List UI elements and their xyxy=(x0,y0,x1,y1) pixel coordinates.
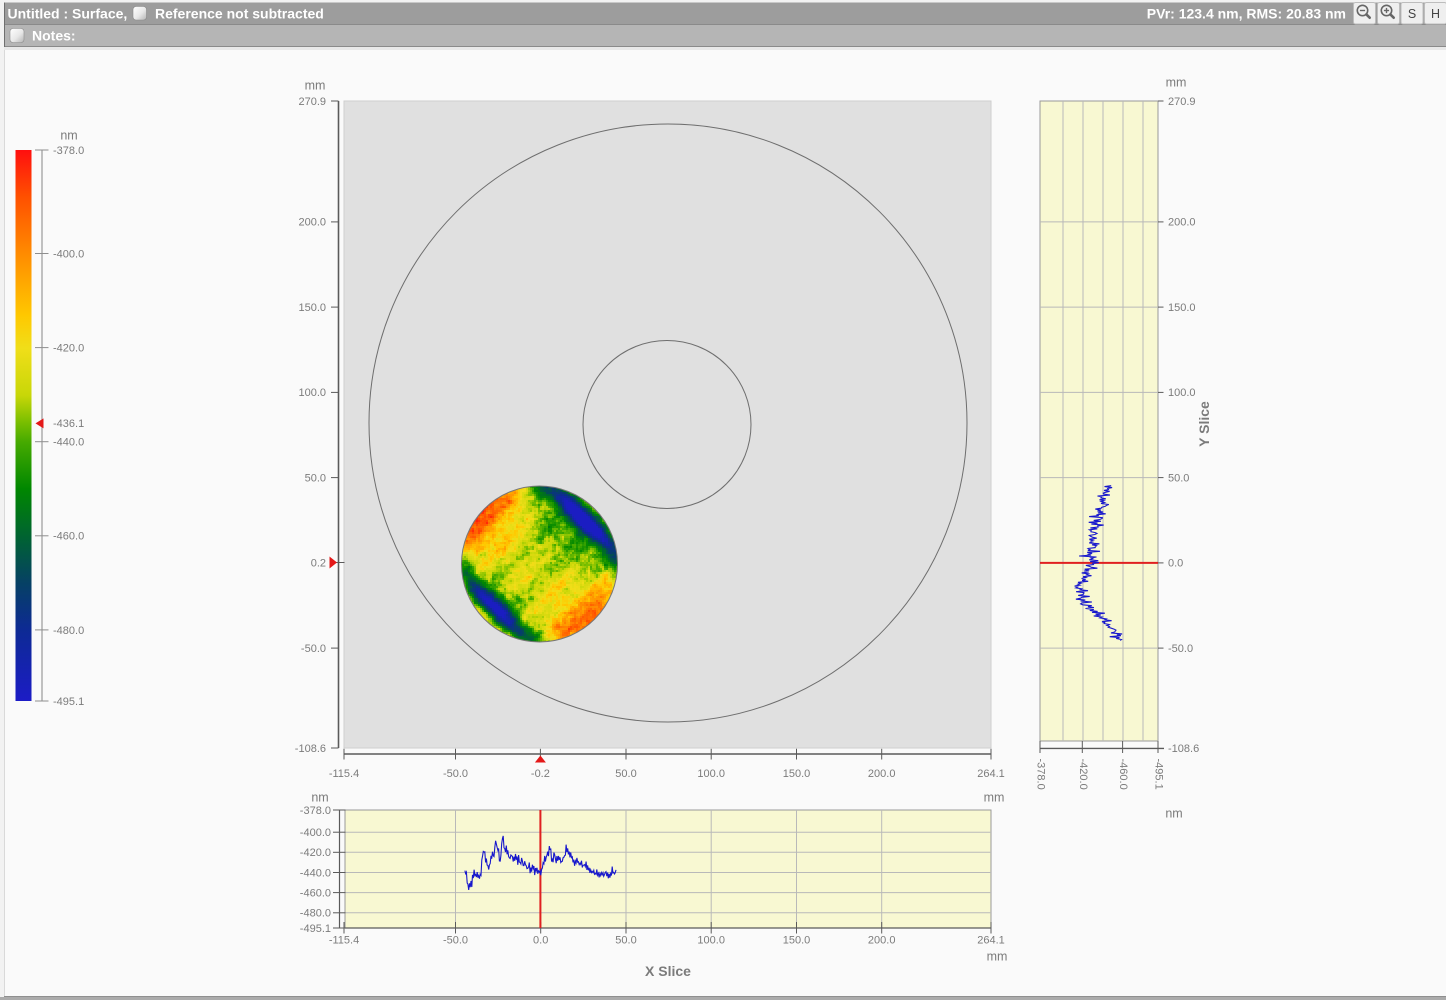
svg-text:-400.0: -400.0 xyxy=(300,827,331,839)
svg-text:mm: mm xyxy=(984,790,1005,804)
svg-text:-420.0: -420.0 xyxy=(53,343,84,355)
svg-text:-480.0: -480.0 xyxy=(300,908,331,920)
svg-text:200.0: 200.0 xyxy=(868,934,896,946)
svg-text:200.0: 200.0 xyxy=(1168,217,1196,229)
svg-text:-480.0: -480.0 xyxy=(53,625,84,637)
svg-text:150.0: 150.0 xyxy=(1168,302,1196,314)
svg-text:-108.6: -108.6 xyxy=(295,743,326,755)
svg-text:nm: nm xyxy=(1165,806,1182,820)
svg-text:Untitled : Surface,: Untitled : Surface, xyxy=(8,5,128,21)
svg-text:100.0: 100.0 xyxy=(697,934,725,946)
svg-text:-0.2: -0.2 xyxy=(531,768,550,780)
svg-text:-436.1: -436.1 xyxy=(53,418,84,430)
svg-text:0.2: 0.2 xyxy=(311,557,326,569)
svg-text:200.0: 200.0 xyxy=(868,768,896,780)
svg-text:-50.0: -50.0 xyxy=(301,643,326,655)
svg-text:150.0: 150.0 xyxy=(298,302,326,314)
svg-text:X Slice: X Slice xyxy=(645,963,691,979)
svg-text:50.0: 50.0 xyxy=(615,768,636,780)
svg-text:mm: mm xyxy=(987,949,1008,963)
svg-text:50.0: 50.0 xyxy=(1168,473,1189,485)
svg-text:-495.1: -495.1 xyxy=(300,923,331,935)
svg-text:-378.0: -378.0 xyxy=(1035,759,1047,790)
svg-text:mm: mm xyxy=(1166,75,1187,89)
svg-text:100.0: 100.0 xyxy=(1168,387,1196,399)
svg-text:0.0: 0.0 xyxy=(533,934,548,946)
svg-text:-108.6: -108.6 xyxy=(1168,743,1199,755)
svg-text:nm: nm xyxy=(311,790,328,804)
svg-text:-115.4: -115.4 xyxy=(329,768,359,780)
svg-text:50.0: 50.0 xyxy=(305,473,326,485)
svg-text:PVr: 123.4 nm, RMS: 20.83 nm: PVr: 123.4 nm, RMS: 20.83 nm xyxy=(1147,5,1346,21)
svg-text:150.0: 150.0 xyxy=(783,934,811,946)
svg-text:-460.0: -460.0 xyxy=(1117,759,1129,790)
svg-text:-440.0: -440.0 xyxy=(53,437,84,449)
svg-text:-495.1: -495.1 xyxy=(1153,759,1165,790)
svg-text:nm: nm xyxy=(60,128,77,142)
svg-text:-50.0: -50.0 xyxy=(443,934,468,946)
svg-text:-495.1: -495.1 xyxy=(53,696,84,708)
svg-text:S: S xyxy=(1408,7,1416,21)
svg-text:50.0: 50.0 xyxy=(615,934,636,946)
svg-text:0.0: 0.0 xyxy=(1168,558,1183,570)
svg-text:270.9: 270.9 xyxy=(298,96,326,108)
svg-text:Notes:: Notes: xyxy=(32,27,76,43)
svg-text:270.9: 270.9 xyxy=(1168,96,1196,108)
svg-text:-460.0: -460.0 xyxy=(53,531,84,543)
svg-text:-400.0: -400.0 xyxy=(53,248,84,260)
svg-text:-378.0: -378.0 xyxy=(300,805,331,817)
svg-text:-378.0: -378.0 xyxy=(53,145,84,157)
svg-text:Y Slice: Y Slice xyxy=(1196,401,1212,447)
svg-text:264.1: 264.1 xyxy=(977,768,1005,780)
svg-text:-460.0: -460.0 xyxy=(300,888,331,900)
svg-text:-440.0: -440.0 xyxy=(300,867,331,879)
svg-text:200.0: 200.0 xyxy=(298,217,326,229)
svg-text:-50.0: -50.0 xyxy=(443,768,468,780)
svg-text:150.0: 150.0 xyxy=(783,768,811,780)
svg-text:mm: mm xyxy=(305,78,326,92)
svg-text:100.0: 100.0 xyxy=(298,387,326,399)
svg-text:100.0: 100.0 xyxy=(697,768,725,780)
svg-text:-50.0: -50.0 xyxy=(1168,643,1193,655)
svg-text:H: H xyxy=(1431,7,1440,21)
svg-text:-420.0: -420.0 xyxy=(1077,759,1089,790)
svg-text:Reference not subtracted: Reference not subtracted xyxy=(155,5,324,21)
svg-text:-420.0: -420.0 xyxy=(300,847,331,859)
svg-text:264.1: 264.1 xyxy=(977,934,1005,946)
svg-text:-115.4: -115.4 xyxy=(329,934,359,946)
